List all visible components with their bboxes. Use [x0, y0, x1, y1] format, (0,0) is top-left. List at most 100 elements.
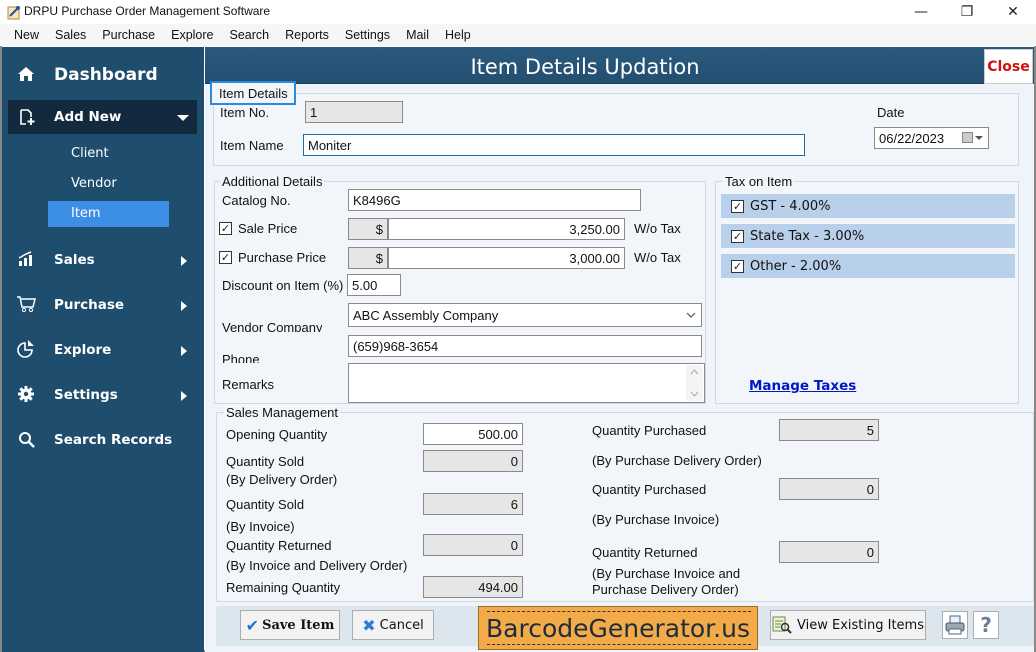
tax-label: State Tax - 3.00%	[750, 228, 865, 244]
gear-icon	[18, 386, 34, 402]
purchase-currency: $	[348, 247, 388, 269]
menu-reports[interactable]: Reports	[277, 24, 337, 46]
cancel-label: Cancel	[379, 617, 424, 633]
sale-price-input[interactable]: 3,250.00	[388, 218, 625, 240]
chevron-right-icon	[181, 256, 187, 266]
menu-sales[interactable]: Sales	[47, 24, 94, 46]
purch-pdo-label: Quantity Purchased	[592, 423, 707, 438]
sidebar-add-new-label: Add New	[54, 109, 122, 125]
tax-label: Other - 2.00%	[750, 258, 842, 274]
sidebar-item-purchase[interactable]: Purchase	[54, 297, 124, 313]
opening-qty-label: Opening Quantity	[226, 427, 328, 442]
scroll-up-icon[interactable]	[690, 369, 699, 375]
sidebar-item-sales[interactable]: Sales	[54, 252, 95, 268]
sale-price-checkbox[interactable]: ✓	[219, 222, 232, 235]
calendar-icon[interactable]	[962, 132, 973, 143]
menu-settings[interactable]: Settings	[337, 24, 398, 46]
catalog-input[interactable]: K8496G	[348, 189, 641, 211]
add-document-icon	[20, 109, 35, 125]
returned-field: 0	[423, 534, 523, 556]
manage-taxes-link[interactable]: Manage Taxes	[749, 378, 856, 394]
remaining-field: 494.00	[423, 576, 523, 598]
purch-ret-field: 0	[779, 541, 879, 563]
maximize-button[interactable]: ❐	[944, 0, 990, 24]
tax-item-state[interactable]: ✓ State Tax - 3.00%	[721, 224, 1015, 248]
other-tax-checkbox[interactable]: ✓	[731, 259, 744, 273]
checkmark-icon: ✔	[245, 615, 260, 635]
item-name-input[interactable]: Moniter	[303, 134, 805, 156]
sold-do-sublabel: (By Delivery Order)	[226, 472, 338, 487]
cancel-button[interactable]: ✖ Cancel	[352, 610, 434, 640]
pie-chart-icon	[17, 340, 34, 358]
window-close-button[interactable]: ✕	[990, 0, 1036, 24]
purch-pi-field: 0	[779, 478, 879, 500]
tax-label: GST - 4.00%	[750, 198, 831, 214]
sidebar-item-explore[interactable]: Explore	[54, 342, 111, 358]
page-title: Item Details Updation	[470, 55, 700, 79]
menu-bar: New Sales Purchase Explore Search Report…	[0, 24, 1036, 46]
vendor-value: ABC Assembly Company	[353, 307, 499, 323]
purchase-price-input[interactable]: 3,000.00	[388, 247, 625, 269]
phone-label: Phone	[222, 352, 260, 363]
menu-help[interactable]: Help	[437, 24, 479, 46]
save-item-button[interactable]: ✔ Save Item	[240, 610, 340, 640]
menu-mail[interactable]: Mail	[398, 24, 437, 46]
remarks-label: Remarks	[222, 377, 275, 392]
state-tax-checkbox[interactable]: ✓	[731, 229, 744, 243]
menu-explore[interactable]: Explore	[163, 24, 221, 46]
minimize-button[interactable]: —	[898, 0, 944, 24]
purchase-price-label: Purchase Price	[238, 250, 327, 265]
help-button[interactable]: ?	[973, 611, 999, 639]
printer-icon	[945, 615, 965, 635]
remaining-label: Remaining Quantity	[226, 580, 341, 595]
purch-pi-label: Quantity Purchased	[592, 482, 707, 497]
close-button[interactable]: Close	[984, 49, 1033, 84]
watermark-banner: BarcodeGenerator.us	[478, 606, 758, 650]
sale-price-label: Sale Price	[238, 221, 298, 236]
menu-purchase[interactable]: Purchase	[94, 24, 163, 46]
home-icon	[18, 67, 34, 81]
sold-inv-label: Quantity Sold	[226, 497, 305, 512]
sold-do-label: Quantity Sold	[226, 454, 305, 469]
sidebar-dashboard[interactable]: Dashboard	[54, 65, 158, 85]
purch-pdo-sublabel: (By Purchase Delivery Order)	[592, 453, 762, 468]
remarks-textarea[interactable]	[348, 363, 705, 403]
vendor-select[interactable]: ABC Assembly Company	[348, 303, 702, 327]
opening-qty-input[interactable]: 500.00	[423, 423, 523, 445]
chevron-right-icon	[181, 391, 187, 401]
item-no-label: Item No.	[220, 105, 270, 120]
sale-wo-tax-label: W/o Tax	[634, 221, 681, 236]
purch-pdo-field: 5	[779, 419, 879, 441]
tax-item-gst[interactable]: ✓ GST - 4.00%	[721, 194, 1015, 218]
chevron-right-icon	[181, 301, 187, 311]
menu-search[interactable]: Search	[222, 24, 278, 46]
returned-label: Quantity Returned	[226, 538, 332, 553]
purch-pi-sublabel: (By Purchase Invoice)	[592, 512, 720, 527]
sidebar-item-search-records[interactable]: Search Records	[54, 432, 172, 448]
gst-checkbox[interactable]: ✓	[731, 199, 744, 213]
item-name-label: Item Name	[220, 138, 284, 153]
phone-input[interactable]: (659)968-3654	[348, 335, 702, 357]
vendor-label: Vendor Company	[222, 320, 323, 332]
chevron-down-icon	[686, 312, 696, 318]
help-icon: ?	[980, 613, 992, 637]
sales-management-label: Sales Management	[224, 405, 341, 420]
menu-new[interactable]: New	[6, 24, 47, 46]
cart-icon	[17, 296, 36, 313]
sidebar-item-settings[interactable]: Settings	[54, 387, 118, 403]
sidebar-item-item-active[interactable]	[48, 201, 169, 227]
scroll-down-icon[interactable]	[690, 391, 699, 397]
purchase-price-checkbox[interactable]: ✓	[219, 251, 232, 264]
sidebar-item-item[interactable]: Item	[71, 206, 101, 221]
sidebar-item-client[interactable]: Client	[71, 146, 109, 161]
purch-ret-sublabel-2: Purchase Delivery Order)	[592, 582, 739, 597]
item-no-field[interactable]: 1	[305, 101, 403, 123]
view-list-icon	[772, 616, 792, 634]
view-existing-items-button[interactable]: View Existing Items	[770, 610, 926, 640]
date-label: Date	[877, 105, 905, 120]
tax-item-other[interactable]: ✓ Other - 2.00%	[721, 254, 1015, 278]
sold-do-field: 0	[423, 450, 523, 472]
discount-input[interactable]: 5.00	[347, 274, 401, 296]
print-button[interactable]	[942, 611, 968, 639]
sidebar-item-vendor[interactable]: Vendor	[71, 176, 117, 191]
